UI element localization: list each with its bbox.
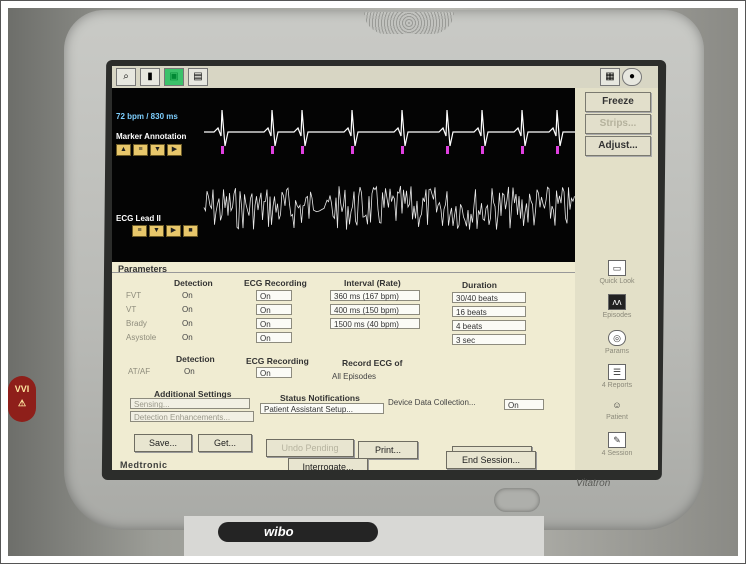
detection-value-fvt[interactable]: On <box>182 291 193 300</box>
divider <box>112 272 575 273</box>
at-detection-header: Detection <box>176 354 215 364</box>
marker-pen: wibo <box>218 522 378 542</box>
record-ecg-header: Record ECG of <box>342 358 403 368</box>
duration-field-fvt[interactable]: 30/40 beats <box>452 292 526 303</box>
at-detection-value[interactable]: On <box>184 367 195 376</box>
marker-tick <box>271 146 274 154</box>
end-session-button[interactable]: End Session... <box>446 451 536 469</box>
params-icon[interactable]: ◎ Params <box>593 330 641 355</box>
photo-background: VVI ⚠ ⌕ ▮ ▣ ▤ ▦ ● 72 bpm / 830 ms Marker Ann… <box>8 8 738 556</box>
rate-readout: 72 bpm / 830 ms <box>116 112 178 121</box>
magnifier-icon[interactable]: ⌕ <box>116 68 136 86</box>
ecg-display: 72 bpm / 830 ms Marker Annotation ▲ ≡ ▼ … <box>112 88 575 262</box>
quick-look-icon[interactable]: ▭ Quick Look <box>593 260 641 285</box>
session-icon[interactable]: ✎ 4 Session <box>593 432 641 457</box>
get-button[interactable]: Get... <box>198 434 252 452</box>
marker-tick <box>221 146 224 154</box>
sensing-button[interactable]: Sensing... <box>130 398 250 409</box>
duration-header: Duration <box>462 280 497 290</box>
ecg-recording-field-fvt[interactable]: On <box>256 290 292 301</box>
status-light-icon: ● <box>622 68 642 86</box>
zone-label-fvt: FVT <box>126 291 142 300</box>
interval-header: Interval (Rate) <box>344 278 401 288</box>
duration-field-brady[interactable]: 4 beats <box>452 320 526 331</box>
telemetry-icon[interactable]: ▣ <box>164 68 184 86</box>
ecg-waveforms <box>203 109 575 230</box>
grid-icon[interactable]: ▦ <box>600 68 620 86</box>
top-toolbar: ⌕ ▮ ▣ ▤ ▦ ● <box>112 66 658 88</box>
patient-assistant-button[interactable]: Patient Assistant Setup... <box>260 403 384 414</box>
marker-tick <box>401 146 404 154</box>
device-icon[interactable]: ▤ <box>188 68 208 86</box>
marker-trace <box>204 109 575 147</box>
power-button[interactable] <box>494 488 540 512</box>
programmer-device: ⌕ ▮ ▣ ▤ ▦ ● 72 bpm / 830 ms Marker Annotati… <box>64 10 704 530</box>
device-data-collection-label: Device Data Collection... <box>388 398 476 407</box>
reports-icon[interactable]: ☰ 4 Reports <box>593 364 641 389</box>
episodes-icon[interactable]: ᴧᴧ Episodes <box>593 294 641 319</box>
detection-value-brady[interactable]: On <box>182 319 193 328</box>
adjust-button[interactable]: Adjust... <box>585 136 651 156</box>
at-ecg-recording-header: ECG Recording <box>246 356 309 366</box>
toolbar-icons: ⌕ ▮ ▣ ▤ <box>116 68 226 86</box>
undo-pending-button[interactable]: Undo Pending <box>266 439 354 457</box>
at-ecg-recording-field[interactable]: On <box>256 367 292 378</box>
marker-ticks <box>221 146 559 154</box>
marker-tick <box>301 146 304 154</box>
duration-field-vt[interactable]: 16 beats <box>452 306 526 317</box>
mode-badge: VVI ⚠ <box>8 376 36 422</box>
battery-icon: ▮ <box>140 68 160 86</box>
status-notifications-header: Status Notifications <box>280 393 360 403</box>
detection-value-asystole[interactable]: On <box>182 333 193 342</box>
detection-header: Detection <box>174 278 213 288</box>
marker-tick <box>521 146 524 154</box>
record-ecg-value[interactable]: All Episodes <box>332 372 376 381</box>
detection-enhancements-button[interactable]: Detection Enhancements... <box>130 411 254 422</box>
ecg-recording-header: ECG Recording <box>244 278 307 288</box>
interval-field-fvt[interactable]: 360 ms (167 bpm) <box>330 290 420 301</box>
interval-field-brady[interactable]: 1500 ms (40 bpm) <box>330 318 420 329</box>
end-session-label: End Session... <box>461 455 521 465</box>
speaker-grille <box>364 12 454 34</box>
ecg-recording-field-brady[interactable]: On <box>256 318 292 329</box>
detection-value-vt[interactable]: On <box>182 305 193 314</box>
marker-tick <box>446 146 449 154</box>
zone-label-vt: VT <box>126 305 137 314</box>
ecg-recording-field-vt[interactable]: On <box>256 304 292 315</box>
brand-logo: Medtronic <box>120 460 168 470</box>
interrogate-button[interactable]: Interrogate... <box>288 458 368 470</box>
model-logo: Vitatron <box>576 478 611 489</box>
lead-trace <box>203 185 575 230</box>
marker-tick <box>481 146 484 154</box>
zone-label-brady: Brady <box>126 319 147 328</box>
zone-label-at-af: AT/AF <box>128 367 151 376</box>
interval-field-vt[interactable]: 400 ms (150 bpm) <box>330 304 420 315</box>
patient-icon[interactable]: ☺ Patient <box>593 398 641 421</box>
strips-button[interactable]: Strips... <box>585 114 651 134</box>
save-button[interactable]: Save... <box>134 434 192 452</box>
zone-label-asystole: Asystole <box>126 333 157 342</box>
device-data-collection-field[interactable]: On <box>504 399 544 410</box>
ecg-recording-field-asystole[interactable]: On <box>256 332 292 343</box>
marker-tick <box>351 146 354 154</box>
duration-field-asystole[interactable]: 3 sec <box>452 334 526 345</box>
freeze-button[interactable]: Freeze <box>585 92 651 112</box>
side-panel: Freeze Strips... Adjust... ▭ Quick Look ᴧ… <box>575 88 658 470</box>
programmer-screen: ⌕ ▮ ▣ ▤ ▦ ● 72 bpm / 830 ms Marker Annotati… <box>112 66 658 470</box>
print-button[interactable]: Print... <box>358 441 418 459</box>
marker-tick <box>556 146 559 154</box>
